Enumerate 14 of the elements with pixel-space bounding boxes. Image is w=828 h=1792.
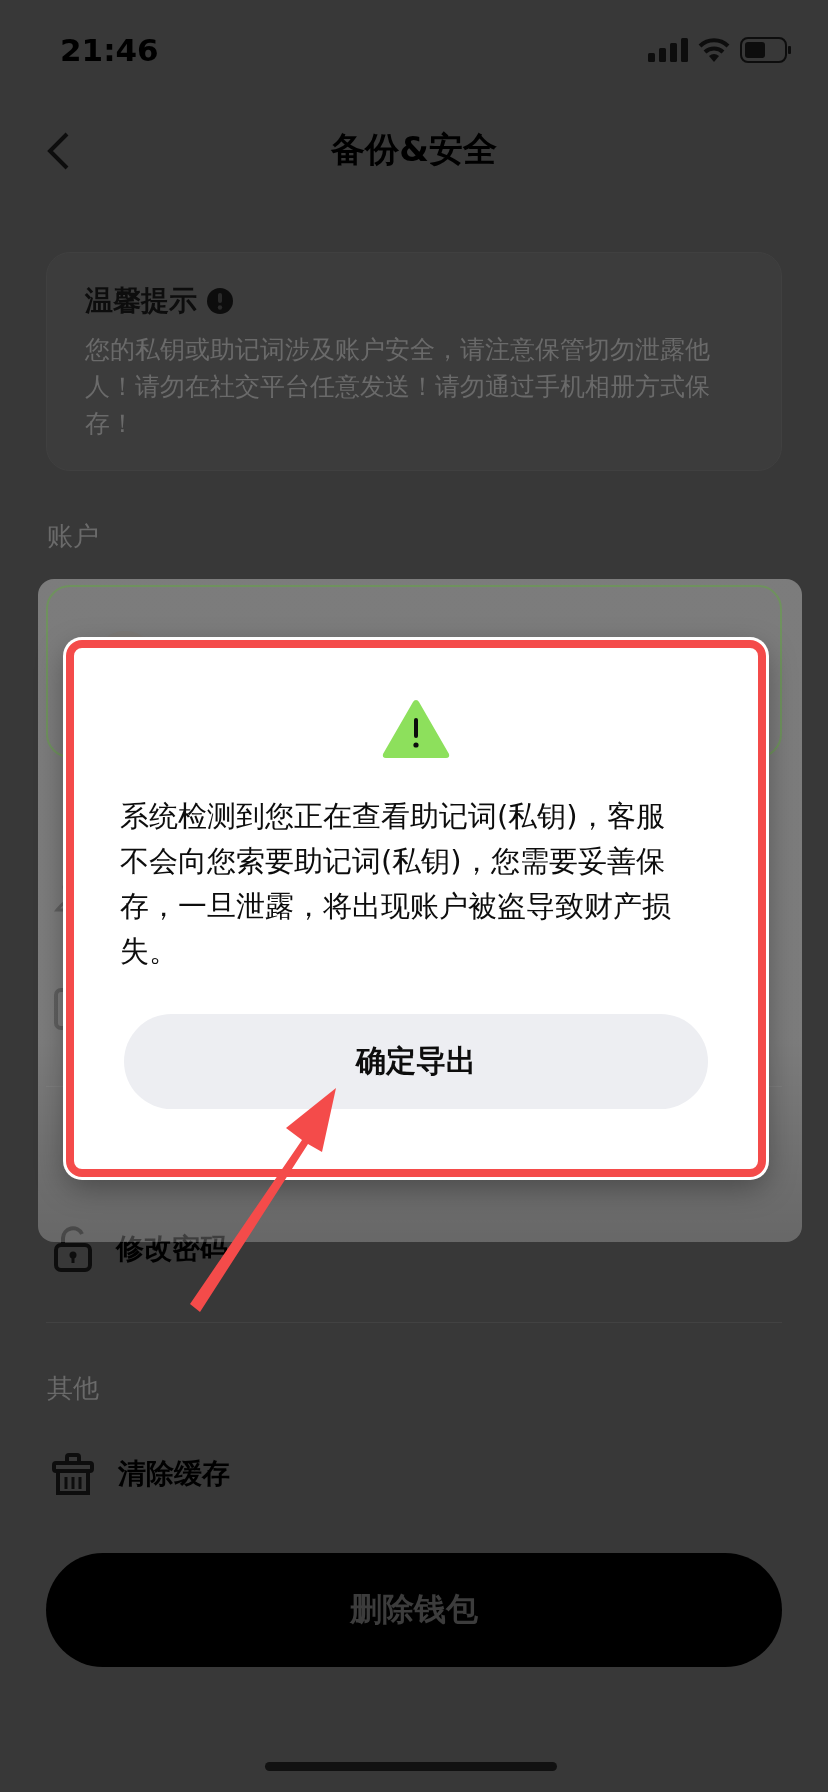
clear-cache-item[interactable]: 清除缓存 (118, 1455, 230, 1493)
page-title: 备份&安全 (331, 128, 497, 171)
delete-wallet-button[interactable]: 删除钱包 (46, 1553, 782, 1667)
wifi-icon (698, 38, 730, 62)
dialog-message: 系统检测到您正在查看助记词(私钥)，客服不会向您索要助记词(私钥)，您需要妥善保存，一旦泄露，将出现账户被盗导致财产损失。 (120, 798, 672, 970)
info-icon (207, 288, 233, 314)
lock-icon (54, 1225, 92, 1272)
signal-icon (648, 38, 688, 62)
battery-icon (740, 37, 792, 63)
confirm-export-button[interactable]: 确定导出 (124, 1014, 708, 1109)
back-icon[interactable] (46, 131, 70, 171)
status-time: 21:46 (60, 32, 159, 68)
warning-icon (381, 698, 451, 760)
basket-icon (52, 1453, 94, 1495)
